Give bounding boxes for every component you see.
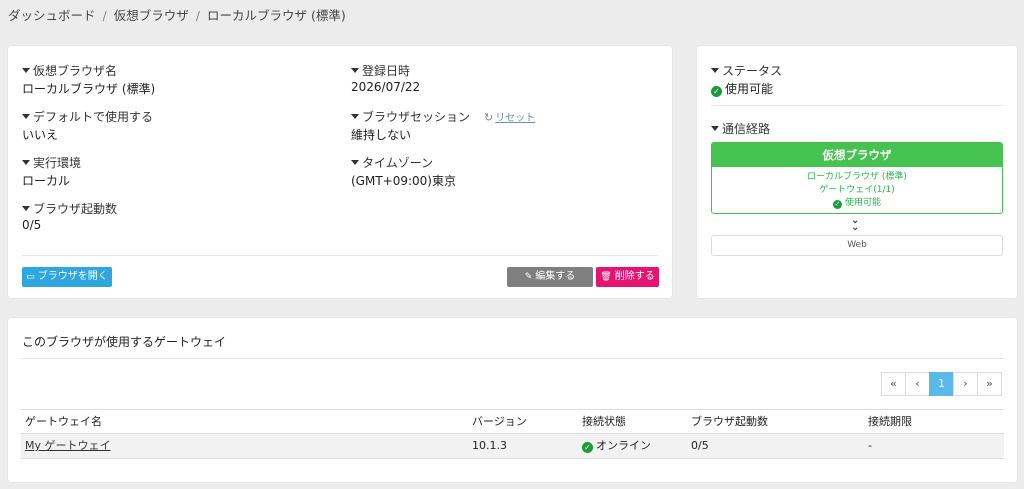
caret-down-icon	[22, 114, 30, 119]
check-circle-icon: ✓	[711, 86, 722, 97]
delete-button[interactable]: 🗑 削除する	[596, 267, 659, 287]
open-browser-button[interactable]: ▭ ブラウザを開く	[22, 267, 112, 287]
route-status: ✓ 使用可能	[832, 198, 881, 209]
name-value: ローカルブラウザ (標準)	[22, 82, 156, 96]
route-details: ローカルブラウザ (標準) ゲートウェイ(1/1) ✓ 使用可能	[712, 167, 1002, 210]
gateway-version: 10.1.3	[472, 439, 507, 452]
breadcrumb: ダッシュボード / 仮想ブラウザ / ローカルブラウザ (標準)	[8, 5, 346, 24]
session-value: 維持しない	[351, 128, 412, 142]
timezone-value: (GMT+09:00)東京	[351, 174, 456, 188]
first-page-button[interactable]: «	[881, 372, 906, 396]
col-connection-limit[interactable]: 接続期限	[868, 410, 912, 434]
gateway-limit: -	[868, 439, 872, 452]
default-value: いいえ	[22, 128, 59, 142]
route-browser-name: ローカルブラウザ (標準)	[807, 172, 907, 182]
breadcrumb-separator: /	[102, 8, 107, 23]
env-value: ローカル	[22, 174, 71, 188]
status-label: ステータス	[711, 62, 782, 79]
caret-down-icon	[711, 68, 719, 73]
launch-count-label: ブラウザ起動数	[22, 200, 117, 217]
caret-down-icon	[351, 160, 359, 165]
divider	[22, 255, 658, 256]
caret-down-icon	[351, 68, 359, 73]
env-label: 実行環境	[22, 154, 81, 171]
status-value: ✓ 使用可能	[711, 80, 773, 97]
caret-down-icon	[22, 160, 30, 165]
route-head: 仮想ブラウザ	[712, 143, 1002, 167]
edit-icon: ✎	[524, 272, 533, 282]
divider	[711, 105, 1003, 106]
route-virtual-browser-box: 仮想ブラウザ ローカルブラウザ (標準) ゲートウェイ(1/1) ✓ 使用可能	[711, 142, 1003, 214]
col-gateway-name[interactable]: ゲートウェイ名	[25, 410, 102, 434]
check-circle-icon: ✓	[582, 442, 593, 453]
prev-page-button[interactable]: ‹	[905, 372, 930, 396]
name-label: 仮想ブラウザ名	[22, 62, 117, 79]
next-page-button[interactable]: ›	[953, 372, 978, 396]
refresh-icon: ↻	[484, 111, 494, 124]
table-row: My ゲートウェイ 10.1.3 ✓ オンライン 0/5 -	[21, 434, 1004, 459]
divider	[21, 358, 1004, 359]
double-chevron-down-icon: ⌄ ⌄	[851, 215, 860, 233]
check-circle-icon: ✓	[832, 200, 842, 209]
date-label: 登録日時	[351, 62, 410, 79]
table-header: ゲートウェイ名 バージョン 接続状態 ブラウザ起動数 接続期限	[21, 409, 1004, 434]
breadcrumb-separator: /	[195, 8, 200, 23]
breadcrumb-current: ローカルブラウザ (標準)	[206, 8, 346, 23]
breadcrumb-dashboard[interactable]: ダッシュボード	[8, 8, 96, 23]
caret-down-icon	[22, 68, 30, 73]
gateway-launch-count: 0/5	[691, 439, 709, 452]
trash-icon: 🗑	[600, 272, 612, 282]
gateways-card: このブラウザが使用するゲートウェイ « ‹ 1 › » ゲートウェイ名 バージョ…	[8, 318, 1017, 482]
status-card: ステータス ✓ 使用可能 通信経路 仮想ブラウザ ローカルブラウザ (標準) ゲー…	[697, 46, 1017, 298]
date-value: 2026/07/22	[351, 80, 421, 94]
reset-link[interactable]: ↻ リセット	[484, 111, 535, 124]
col-version[interactable]: バージョン	[472, 410, 527, 434]
pagination: « ‹ 1 › »	[881, 372, 1002, 396]
col-launch-count[interactable]: ブラウザ起動数	[691, 410, 768, 434]
col-connection-state[interactable]: 接続状態	[582, 410, 626, 434]
route-web-box: Web	[711, 235, 1003, 256]
session-label: ブラウザセッション ↻ リセット	[351, 108, 535, 125]
edit-button[interactable]: ✎ 編集する	[507, 267, 593, 287]
caret-down-icon	[351, 114, 359, 119]
default-label: デフォルトで使用する	[22, 108, 153, 125]
caret-down-icon	[711, 126, 719, 131]
gateways-table: ゲートウェイ名 バージョン 接続状態 ブラウザ起動数 接続期限 My ゲートウェ…	[21, 409, 1004, 459]
timezone-label: タイムゾーン	[351, 154, 433, 171]
route-gateway: ゲートウェイ(1/1)	[819, 185, 895, 195]
gateways-title: このブラウザが使用するゲートウェイ	[22, 335, 227, 349]
page-1-button[interactable]: 1	[929, 372, 954, 396]
gateway-name-link[interactable]: My ゲートウェイ	[25, 434, 111, 458]
last-page-button[interactable]: »	[977, 372, 1002, 396]
breadcrumb-virtual-browser[interactable]: 仮想ブラウザ	[114, 8, 189, 23]
window-icon: ▭	[26, 272, 35, 282]
launch-count-value: 0/5	[22, 218, 42, 232]
caret-down-icon	[22, 206, 30, 211]
browser-detail-card: 仮想ブラウザ名 ローカルブラウザ (標準) 登録日時 2026/07/22 デフ…	[8, 46, 672, 298]
route-label: 通信経路	[711, 120, 770, 137]
gateway-state: ✓ オンライン	[582, 434, 651, 458]
